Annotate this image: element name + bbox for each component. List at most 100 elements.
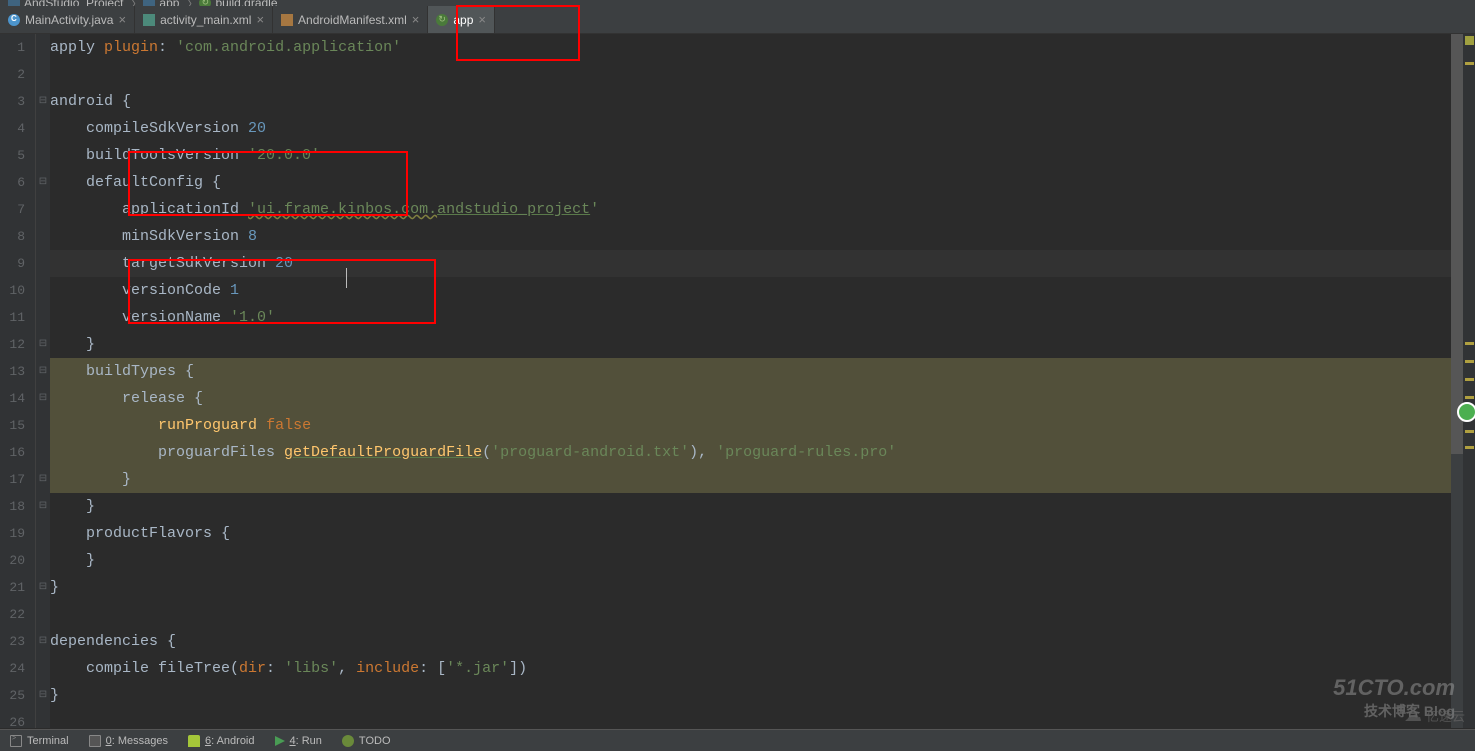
- fold-toggle[interactable]: ⊟: [36, 358, 50, 385]
- code-area[interactable]: apply plugin: 'com.android.application' a…: [50, 34, 1451, 728]
- fold-toggle[interactable]: ⊟: [36, 466, 50, 493]
- code-line[interactable]: productFlavors {: [50, 520, 1451, 547]
- code-line[interactable]: targetSdkVersion 20: [50, 250, 1451, 277]
- fold-toggle[interactable]: ⊟: [36, 385, 50, 412]
- line-number[interactable]: 3: [0, 88, 25, 115]
- tab-main-activity[interactable]: MainActivity.java ×: [0, 6, 135, 33]
- fold-toggle[interactable]: ⊟: [36, 628, 50, 655]
- code-line[interactable]: }: [50, 493, 1451, 520]
- line-number[interactable]: 20: [0, 547, 25, 574]
- fold-toggle[interactable]: ⊟: [36, 493, 50, 520]
- line-number[interactable]: 8: [0, 223, 25, 250]
- line-number[interactable]: 9: [0, 250, 25, 277]
- code-line[interactable]: buildToolsVersion '20.0.0': [50, 142, 1451, 169]
- close-icon[interactable]: ×: [256, 12, 264, 27]
- line-number[interactable]: 24: [0, 655, 25, 682]
- code-line[interactable]: [50, 601, 1451, 628]
- fold-toggle[interactable]: ⊟: [36, 169, 50, 196]
- code-token: :: [158, 39, 176, 56]
- code-token: andstudio_project: [437, 201, 590, 218]
- code-line[interactable]: versionName '1.0': [50, 304, 1451, 331]
- line-number[interactable]: 23: [0, 628, 25, 655]
- line-number[interactable]: 12: [0, 331, 25, 358]
- line-number[interactable]: 10: [0, 277, 25, 304]
- marker-strip[interactable]: [1463, 34, 1475, 728]
- code-token: compileSdkVersion: [50, 120, 248, 137]
- line-number[interactable]: 1: [0, 34, 25, 61]
- code-line[interactable]: defaultConfig {: [50, 169, 1451, 196]
- tab-android-manifest[interactable]: AndroidManifest.xml ×: [273, 6, 428, 33]
- side-badge-icon[interactable]: [1457, 402, 1475, 422]
- code-line[interactable]: minSdkVersion 8: [50, 223, 1451, 250]
- code-token: '1.0': [230, 309, 275, 326]
- code-editor[interactable]: 1234567891011121314151617181920212223242…: [0, 34, 1475, 728]
- line-number[interactable]: 4: [0, 115, 25, 142]
- line-number[interactable]: 5: [0, 142, 25, 169]
- tab-label: AndroidManifest.xml: [298, 13, 407, 27]
- line-number[interactable]: 21: [0, 574, 25, 601]
- code-line[interactable]: android {: [50, 88, 1451, 115]
- warning-marker[interactable]: [1465, 430, 1474, 433]
- line-number[interactable]: 17: [0, 466, 25, 493]
- line-number-gutter[interactable]: 1234567891011121314151617181920212223242…: [0, 34, 36, 728]
- code-line[interactable]: apply plugin: 'com.android.application': [50, 34, 1451, 61]
- line-number[interactable]: 15: [0, 412, 25, 439]
- line-number[interactable]: 6: [0, 169, 25, 196]
- code-line[interactable]: runProguard false: [50, 412, 1451, 439]
- line-number[interactable]: 7: [0, 196, 25, 223]
- code-line[interactable]: }: [50, 331, 1451, 358]
- code-line[interactable]: compile fileTree(dir: 'libs', include: […: [50, 655, 1451, 682]
- android-tool-button[interactable]: 6: Android: [178, 735, 265, 747]
- code-line[interactable]: buildTypes {: [50, 358, 1451, 385]
- tab-activity-main-xml[interactable]: activity_main.xml ×: [135, 6, 273, 33]
- line-number[interactable]: 19: [0, 520, 25, 547]
- run-icon: [275, 736, 285, 746]
- line-number[interactable]: 16: [0, 439, 25, 466]
- warning-marker[interactable]: [1465, 378, 1474, 381]
- line-number[interactable]: 14: [0, 385, 25, 412]
- line-number[interactable]: 22: [0, 601, 25, 628]
- code-line[interactable]: }: [50, 547, 1451, 574]
- fold-toggle[interactable]: ⊟: [36, 88, 50, 115]
- code-token: 'proguard-android.txt': [491, 444, 689, 461]
- code-line[interactable]: dependencies {: [50, 628, 1451, 655]
- warning-marker[interactable]: [1465, 62, 1474, 65]
- editor-scrollbar[interactable]: [1451, 34, 1463, 728]
- code-line[interactable]: }: [50, 682, 1451, 709]
- line-number[interactable]: 18: [0, 493, 25, 520]
- close-icon[interactable]: ×: [412, 12, 420, 27]
- manifest-icon: [281, 14, 293, 26]
- line-number[interactable]: 25: [0, 682, 25, 709]
- code-line[interactable]: release {: [50, 385, 1451, 412]
- fold-toggle: [36, 142, 50, 169]
- warning-marker[interactable]: [1465, 342, 1474, 345]
- fold-toggle[interactable]: ⊟: [36, 682, 50, 709]
- scrollbar-thumb[interactable]: [1451, 34, 1463, 454]
- code-line[interactable]: }: [50, 466, 1451, 493]
- fold-toggle[interactable]: ⊟: [36, 574, 50, 601]
- code-line[interactable]: }: [50, 574, 1451, 601]
- todo-tool-button[interactable]: TODO: [332, 735, 401, 747]
- warning-marker[interactable]: [1465, 446, 1474, 449]
- line-number[interactable]: 2: [0, 61, 25, 88]
- code-line[interactable]: [50, 709, 1451, 736]
- fold-toggle[interactable]: ⊟: [36, 331, 50, 358]
- terminal-tool-button[interactable]: Terminal: [0, 735, 79, 747]
- close-icon[interactable]: ×: [478, 12, 486, 27]
- messages-tool-button[interactable]: 0: Messages: [79, 735, 178, 747]
- close-icon[interactable]: ×: [118, 12, 126, 27]
- run-tool-button[interactable]: 4: Run: [265, 735, 332, 747]
- warning-marker[interactable]: [1465, 360, 1474, 363]
- code-line[interactable]: [50, 61, 1451, 88]
- code-line[interactable]: applicationId 'ui.frame.kinbos.com.andst…: [50, 196, 1451, 223]
- line-number[interactable]: 11: [0, 304, 25, 331]
- fold-toggle: [36, 196, 50, 223]
- warning-marker[interactable]: [1465, 396, 1474, 399]
- tab-app-gradle[interactable]: app ×: [428, 6, 495, 33]
- fold-gutter[interactable]: ⊟⊟⊟⊟⊟⊟⊟⊟⊟⊟: [36, 34, 50, 728]
- analysis-status-icon[interactable]: [1465, 36, 1474, 45]
- code-line[interactable]: proguardFiles getDefaultProguardFile('pr…: [50, 439, 1451, 466]
- line-number[interactable]: 13: [0, 358, 25, 385]
- code-line[interactable]: compileSdkVersion 20: [50, 115, 1451, 142]
- code-line[interactable]: versionCode 1: [50, 277, 1451, 304]
